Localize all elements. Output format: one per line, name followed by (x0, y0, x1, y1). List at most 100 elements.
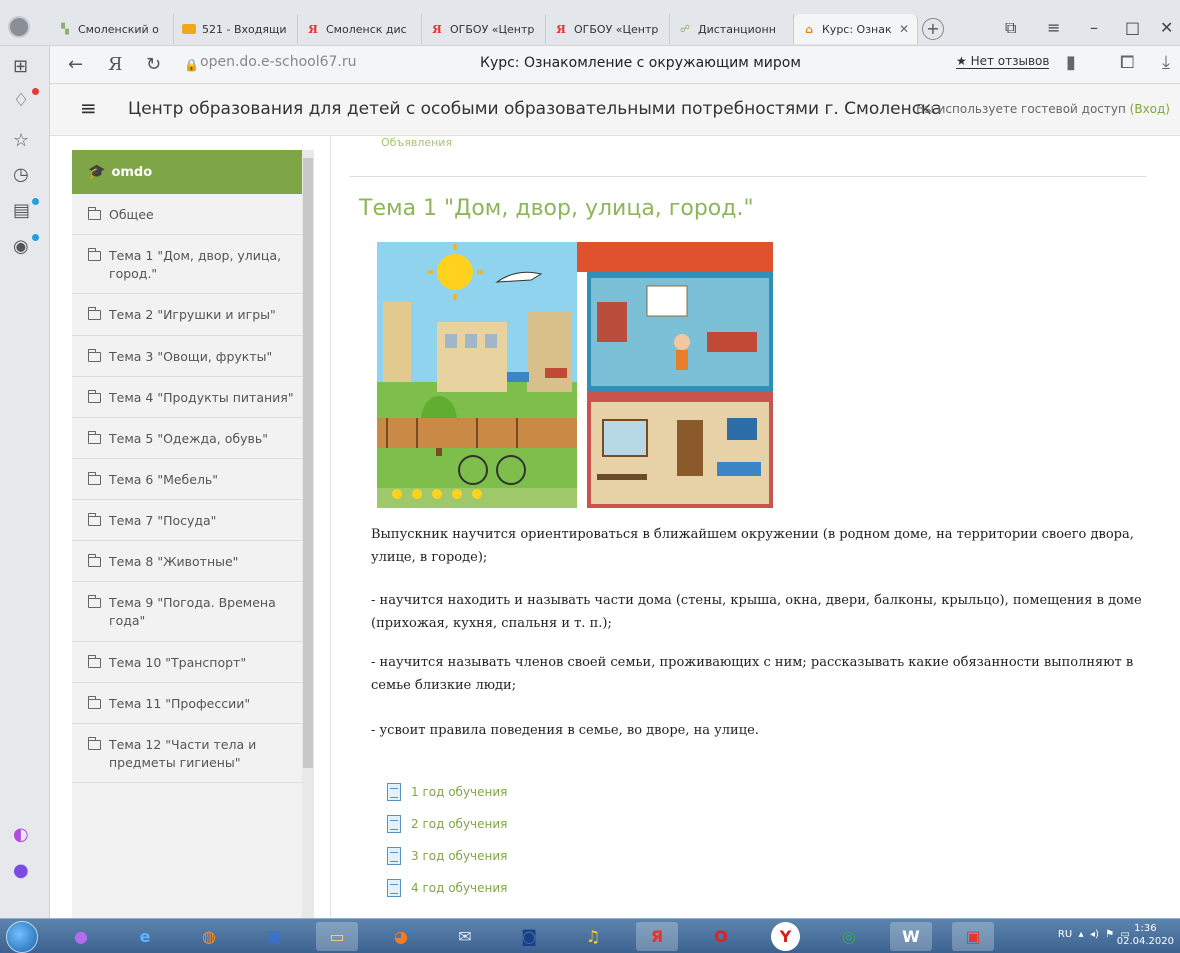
folder-icon (88, 348, 101, 362)
folder-icon (88, 654, 101, 668)
page-title: Курс: Ознакомление с окружающим миром (480, 55, 801, 71)
history-icon[interactable]: ◷ (13, 164, 29, 185)
media-taskbar-icon[interactable]: ◕ (380, 922, 422, 951)
browser-tab-active[interactable]: ⌂ Курс: Ознак ✕ (794, 14, 918, 44)
nav-item-topic-5[interactable]: Тема 5 "Одежда, обувь" (72, 418, 310, 459)
apps-grid-icon[interactable]: ⊞ (13, 56, 28, 77)
download-icon[interactable]: ⤓ (1162, 52, 1170, 73)
browser-tab[interactable]: Я ОГБОУ «Центр (546, 14, 670, 44)
notification-dot (32, 88, 39, 95)
nav-item-topic-10[interactable]: Тема 10 "Транспорт" (72, 642, 310, 683)
course-brand[interactable]: 🎓 omdo (72, 150, 310, 194)
yandex-taskbar-icon[interactable]: Я (636, 922, 678, 951)
folder-icon (88, 513, 101, 526)
nav-item-topic-12[interactable]: Тема 12 "Части тела и предметы гигиены" (72, 724, 310, 783)
back-icon[interactable]: ← (68, 54, 83, 75)
yandex-icon: Я (308, 22, 318, 36)
browser-tab[interactable]: Я ОГБОУ «Центр (422, 14, 546, 44)
reviews-link[interactable]: ★ Нет отзывов (956, 54, 1050, 69)
powerpoint-taskbar-icon[interactable]: ▣ (952, 922, 994, 951)
clock[interactable]: 1:36 02.04.2020 (1117, 922, 1174, 948)
whatsapp-taskbar-icon[interactable]: ◎ (828, 922, 870, 951)
yandex-icon: Я (556, 22, 566, 36)
folder-icon (88, 389, 101, 403)
bookmark-icon[interactable]: ▮ (1066, 52, 1076, 73)
ms-icon: ▚ (61, 23, 69, 35)
yandex-home-icon[interactable]: Я (108, 54, 123, 75)
nav-item-topic-6[interactable]: Тема 6 "Мебель" (72, 459, 310, 500)
browser-tab[interactable]: Я Смоленск дис (298, 14, 422, 44)
outcome-paragraph: Выпускник научится ориентироваться в бли… (371, 527, 1134, 565)
folder-icon (88, 695, 101, 709)
outcome-paragraph: - усвоит правила поведения в семье, во д… (371, 723, 759, 738)
nav-scrollbar[interactable] (302, 150, 314, 918)
nav-item-topic-4[interactable]: Тема 4 "Продукты питания" (72, 377, 310, 418)
save-taskbar-icon[interactable]: ▣ (252, 922, 294, 951)
start-button[interactable] (6, 921, 38, 953)
ie-taskbar-icon[interactable]: e (124, 922, 166, 951)
scrollbar-thumb[interactable] (303, 158, 313, 768)
mail-taskbar-icon[interactable]: ✉ (444, 922, 486, 951)
maximize-button[interactable]: □ (1125, 18, 1140, 37)
player-dot (32, 234, 39, 241)
course-content: Объявления Тема 1 "Дом, двор, улица, гор… (330, 136, 1166, 918)
collections-icon[interactable]: ▤ (13, 200, 30, 221)
folder-icon (88, 207, 101, 220)
player-taskbar-icon[interactable]: ◙ (508, 922, 550, 951)
nav-item-topic-8[interactable]: Тема 8 "Животные" (72, 541, 310, 583)
close-tab-icon[interactable]: ✕ (899, 22, 909, 36)
nav-item-topic-3[interactable]: Тема 3 "Овощи, фрукты" (72, 336, 310, 377)
favorites-icon[interactable]: ☆ (13, 130, 29, 151)
browser-tab[interactable]: 521 - Входящи (174, 14, 298, 44)
minimize-button[interactable]: – (1090, 18, 1098, 37)
new-tab-button[interactable]: + (922, 18, 944, 40)
nav-item-topic-2[interactable]: Тема 2 "Игрушки и игры" (72, 294, 310, 336)
alice-assistant-icon[interactable]: ● (13, 860, 29, 881)
translate-icon[interactable]: ⧠ (1120, 52, 1134, 73)
nav-item-topic-9[interactable]: Тема 9 "Погода. Времена года" (72, 582, 310, 642)
explorer-taskbar-icon[interactable]: ▭ (316, 922, 358, 951)
browser-side-panel: ⊞ ♢ ☆ ◷ ▤ ◉ ◐ ● (0, 46, 50, 918)
course-navigation: 🎓 omdo Общее Тема 1 "Дом, двор, улица, г… (72, 150, 310, 918)
player-icon[interactable]: ◉ (13, 236, 29, 257)
resource-link[interactable]: 1 год обучения (387, 776, 507, 808)
house-yard-illustration (377, 242, 773, 508)
word-taskbar-icon[interactable]: W (890, 922, 932, 951)
document-icon (387, 879, 401, 897)
profile-avatar[interactable] (8, 16, 30, 38)
document-icon (387, 783, 401, 801)
notifications-icon[interactable]: ♢ (13, 90, 29, 111)
nav-item-general[interactable]: Общее (72, 194, 310, 236)
opera-taskbar-icon[interactable]: O (700, 922, 742, 951)
remote-icon: ☍ (679, 23, 691, 35)
reload-icon[interactable]: ↻ (146, 54, 161, 75)
hamburger-menu-icon[interactable]: ≡ (80, 96, 97, 120)
close-window-button[interactable]: ✕ (1160, 18, 1173, 37)
music-taskbar-icon[interactable]: ♫ (572, 922, 614, 951)
resource-link[interactable]: 3 год обучения (387, 840, 507, 872)
address-bar: ← Я ↻ 🔒 open.do.e-school67.ru Курс: Озна… (50, 46, 1180, 84)
folder-icon (88, 471, 101, 485)
browser-tab[interactable]: ▚ Смоленский о (50, 14, 174, 44)
login-link[interactable]: (Вход) (1130, 102, 1170, 116)
browser-tab[interactable]: ☍ Дистанционн (670, 14, 794, 44)
alice-taskbar-icon[interactable]: ● (60, 922, 102, 951)
firefox-taskbar-icon[interactable]: ◍ (188, 922, 230, 951)
nav-item-topic-1[interactable]: Тема 1 "Дом, двор, улица, город." (72, 235, 310, 295)
section-title: Тема 1 "Дом, двор, улица, город." (359, 196, 754, 221)
site-header: ≡ Центр образования для детей с особыми … (50, 84, 1180, 136)
resource-link[interactable]: 4 год обучения (387, 872, 507, 904)
menu-icon[interactable]: ≡ (1047, 18, 1060, 37)
tabs-overview-icon[interactable]: ⧉ (1005, 18, 1016, 38)
resource-link[interactable]: 2 год обучения (387, 808, 507, 840)
announcements-link[interactable]: Объявления (381, 136, 452, 149)
graduation-cap-icon: 🎓 (88, 164, 106, 180)
nav-item-topic-11[interactable]: Тема 11 "Профессии" (72, 683, 310, 724)
outcome-paragraph: - научится называть членов своей семьи, … (371, 655, 1134, 693)
divider (349, 176, 1147, 177)
alice-icon[interactable]: ◐ (13, 824, 29, 845)
url-field[interactable]: open.do.e-school67.ru (200, 54, 357, 70)
yandex-browser-taskbar-icon[interactable]: Y (771, 922, 800, 951)
nav-item-topic-7[interactable]: Тема 7 "Посуда" (72, 500, 310, 542)
site-name[interactable]: Центр образования для детей с особыми об… (128, 99, 942, 119)
